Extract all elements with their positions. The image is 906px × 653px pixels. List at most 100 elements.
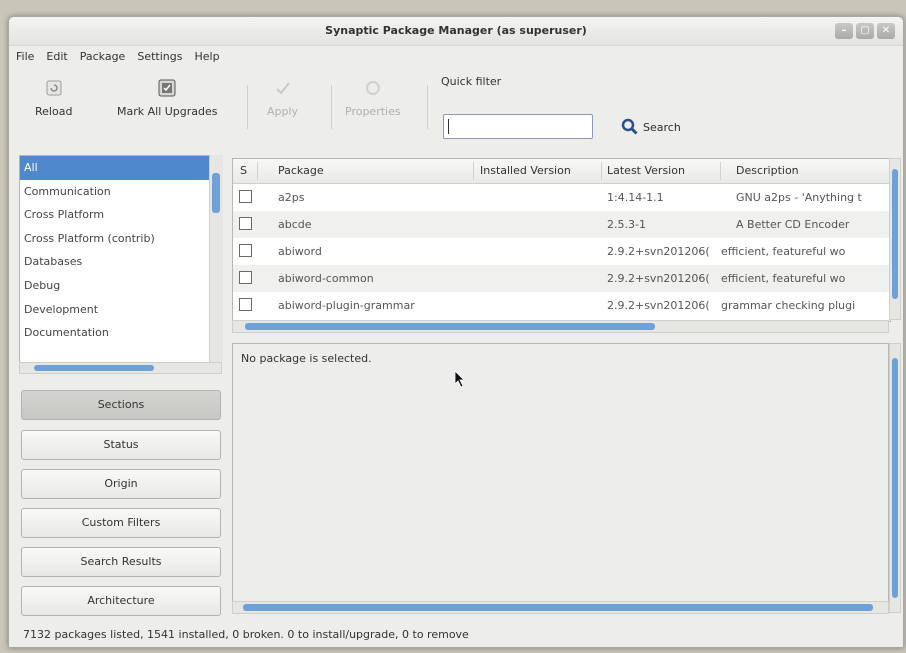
section-item-cross-platform-contrib[interactable]: Cross Platform (contrib) xyxy=(20,227,220,251)
scrollbar-thumb[interactable] xyxy=(245,323,655,330)
mark-all-upgrades-button[interactable]: Mark All Upgrades xyxy=(117,77,218,118)
package-table-horizontal-scrollbar[interactable] xyxy=(232,320,889,333)
maximize-button[interactable]: ▢ xyxy=(856,23,874,39)
column-separator xyxy=(720,162,721,180)
package-name: abiword-common xyxy=(278,272,374,285)
section-item-communication[interactable]: Communication xyxy=(20,180,220,204)
package-name: abcde xyxy=(278,218,312,231)
section-item-debug[interactable]: Debug xyxy=(20,274,220,298)
latest-version: 2.9.2+svn201206( xyxy=(607,272,710,285)
quick-filter-input[interactable] xyxy=(443,114,593,139)
reload-button[interactable]: Reload xyxy=(35,77,72,118)
package-name: abiword-plugin-grammar xyxy=(278,299,415,312)
status-button[interactable]: Status xyxy=(21,430,221,460)
reload-label: Reload xyxy=(35,105,73,118)
apply-button[interactable]: Apply xyxy=(267,77,298,118)
properties-icon xyxy=(365,81,380,95)
package-name: abiword xyxy=(278,245,322,258)
package-checkbox[interactable] xyxy=(239,244,252,257)
menu-file[interactable]: File xyxy=(11,48,39,66)
package-description: GNU a2ps - 'Anything t xyxy=(736,191,862,204)
package-description: efficient, featureful wo xyxy=(721,245,846,258)
details-horizontal-scrollbar[interactable] xyxy=(232,601,889,614)
scrollbar-thumb[interactable] xyxy=(34,365,154,371)
search-icon xyxy=(621,118,638,135)
column-header-description[interactable]: Description xyxy=(736,164,799,177)
toolbar: Reload Mark All Upgrades Apply Propertie… xyxy=(9,69,903,139)
toolbar-separator xyxy=(247,85,248,129)
menu-settings[interactable]: Settings xyxy=(132,48,187,66)
section-item-all[interactable]: All xyxy=(20,156,220,180)
minimize-button[interactable]: – xyxy=(835,23,853,39)
menu-package[interactable]: Package xyxy=(75,48,131,66)
close-button[interactable]: ✕ xyxy=(877,23,895,39)
scrollbar-thumb[interactable] xyxy=(212,173,220,213)
section-list: All Communication Cross Platform Cross P… xyxy=(19,155,221,364)
window-controls: – ▢ ✕ xyxy=(835,23,895,39)
package-checkbox[interactable] xyxy=(239,298,252,311)
window-title: Synaptic Package Manager (as superuser) xyxy=(325,24,587,37)
search-button[interactable]: Search xyxy=(621,117,681,137)
mouse-pointer-icon xyxy=(454,370,465,388)
latest-version: 2.5.3-1 xyxy=(607,218,646,231)
table-row[interactable]: abcde 2.5.3-1 A Better CD Encoder xyxy=(233,211,890,238)
package-description: A Better CD Encoder xyxy=(736,218,850,231)
section-item-documentation[interactable]: Documentation xyxy=(20,321,220,345)
synaptic-window: Synaptic Package Manager (as superuser) … xyxy=(8,16,904,648)
package-name: a2ps xyxy=(278,191,305,204)
search-label: Search xyxy=(643,120,681,134)
section-item-databases[interactable]: Databases xyxy=(20,250,220,274)
sections-button[interactable]: Sections xyxy=(21,390,221,420)
quick-filter-label: Quick filter xyxy=(441,75,502,88)
column-separator xyxy=(601,162,602,180)
search-results-button[interactable]: Search Results xyxy=(21,547,221,577)
column-separator xyxy=(473,162,474,180)
mark-all-label: Mark All Upgrades xyxy=(117,105,218,118)
details-vertical-scrollbar[interactable] xyxy=(889,343,901,613)
latest-version: 1:4.14-1.1 xyxy=(607,191,664,204)
toolbar-separator xyxy=(427,85,428,129)
section-item-development[interactable]: Development xyxy=(20,298,220,322)
table-row[interactable]: abiword 2.9.2+svn201206( efficient, feat… xyxy=(233,238,890,265)
apply-label: Apply xyxy=(267,105,299,118)
check-icon xyxy=(275,82,290,95)
table-row[interactable]: abiword-common 2.9.2+svn201206( efficien… xyxy=(233,265,890,292)
column-header-status[interactable]: S xyxy=(240,164,247,177)
section-list-vertical-scrollbar[interactable] xyxy=(209,155,223,362)
package-checkbox[interactable] xyxy=(239,271,252,284)
scrollbar-thumb[interactable] xyxy=(892,169,898,299)
package-checkbox[interactable] xyxy=(239,217,252,230)
no-selection-message: No package is selected. xyxy=(241,352,372,365)
section-list-horizontal-scrollbar[interactable] xyxy=(19,362,222,374)
latest-version: 2.9.2+svn201206( xyxy=(607,299,710,312)
column-header-package[interactable]: Package xyxy=(278,164,324,177)
package-checkbox[interactable] xyxy=(239,190,252,203)
scrollbar-thumb[interactable] xyxy=(243,604,873,611)
table-row[interactable]: abiword-plugin-grammar 2.9.2+svn201206( … xyxy=(233,292,890,319)
scrollbar-thumb[interactable] xyxy=(892,358,898,598)
table-header: S Package Installed Version Latest Versi… xyxy=(233,159,890,184)
custom-filters-button[interactable]: Custom Filters xyxy=(21,508,221,538)
table-row[interactable]: a2ps 1:4.14-1.1 GNU a2ps - 'Anything t xyxy=(233,184,890,211)
column-header-latest-version[interactable]: Latest Version xyxy=(607,164,685,177)
reload-icon xyxy=(46,80,62,96)
column-separator xyxy=(257,162,258,180)
column-header-installed-version[interactable]: Installed Version xyxy=(480,164,571,177)
section-item-cross-platform[interactable]: Cross Platform xyxy=(20,203,220,227)
package-table-vertical-scrollbar[interactable] xyxy=(889,158,901,320)
package-details-pane: No package is selected. xyxy=(232,343,889,613)
latest-version: 2.9.2+svn201206( xyxy=(607,245,710,258)
status-bar-text: 7132 packages listed, 1541 installed, 0 … xyxy=(23,628,469,641)
properties-label: Properties xyxy=(345,105,401,118)
package-description: grammar checking plugi xyxy=(721,299,856,312)
toolbar-separator xyxy=(331,85,332,129)
menu-help[interactable]: Help xyxy=(189,48,224,66)
upgrade-icon xyxy=(158,79,176,97)
package-table: S Package Installed Version Latest Versi… xyxy=(232,158,891,322)
architecture-button[interactable]: Architecture xyxy=(21,586,221,616)
origin-button[interactable]: Origin xyxy=(21,469,221,499)
menu-edit[interactable]: Edit xyxy=(41,48,72,66)
package-description: efficient, featureful wo xyxy=(721,272,846,285)
title-bar[interactable]: Synaptic Package Manager (as superuser) … xyxy=(9,17,903,46)
properties-button[interactable]: Properties xyxy=(345,77,401,118)
